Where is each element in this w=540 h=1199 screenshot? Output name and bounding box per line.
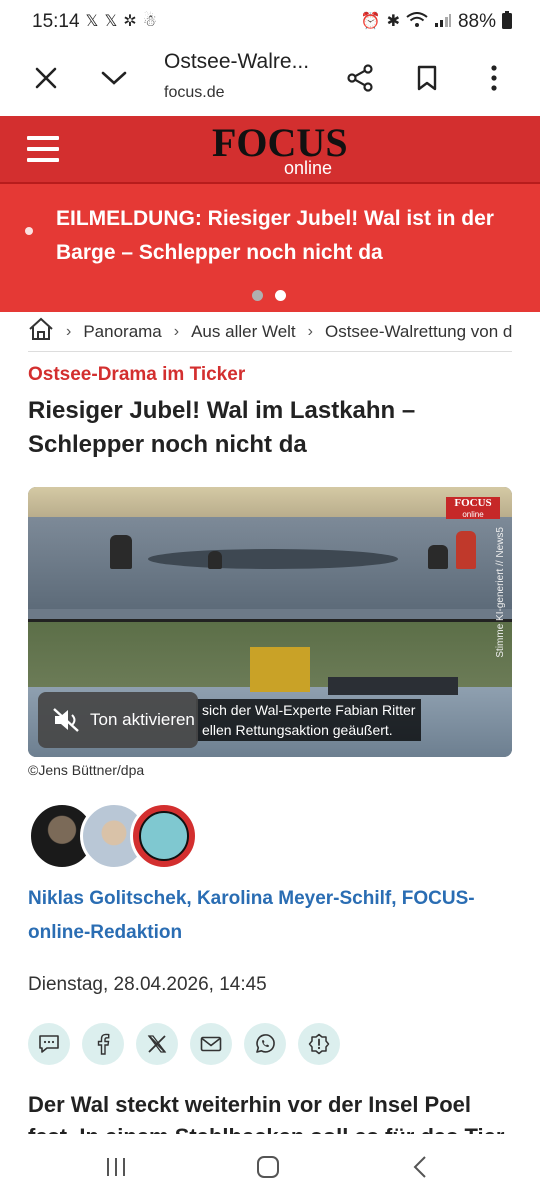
- carousel-pager: [252, 290, 286, 301]
- video-subtitle: sich der Wal-Experte Fabian Ritter ellen…: [196, 699, 422, 741]
- pager-dot[interactable]: [252, 290, 263, 301]
- page-domain[interactable]: focus.de: [164, 84, 224, 102]
- whale-image: [148, 549, 398, 569]
- focus-logo[interactable]: FOCUS online: [212, 122, 348, 180]
- flower-notification-icon: ✲: [123, 13, 137, 30]
- chevron-right-icon: ›: [307, 322, 313, 340]
- close-icon[interactable]: [26, 58, 66, 98]
- breadcrumb-item[interactable]: Ostsee-Walrettung von d: [325, 322, 512, 342]
- video-side-caption: Stimme KI-generiert // News5: [495, 527, 506, 658]
- site-header: FOCUS online: [0, 116, 540, 184]
- home-icon[interactable]: [28, 317, 54, 346]
- back-icon[interactable]: [400, 1150, 440, 1184]
- unmute-label: Ton aktivieren: [90, 710, 195, 729]
- video-focus-logo: FOCUS online: [446, 497, 500, 519]
- recent-apps-icon[interactable]: [96, 1150, 136, 1184]
- whatsapp-icon[interactable]: [244, 1023, 286, 1065]
- article-headline: Riesiger Jubel! Wal im Lastkahn – Schlep…: [28, 397, 416, 458]
- more-options-icon[interactable]: [474, 58, 514, 98]
- email-icon[interactable]: [190, 1023, 232, 1065]
- photo-credit: ©Jens Büttner/dpa: [28, 762, 145, 778]
- muted-speaker-icon: [53, 708, 79, 732]
- article-authors[interactable]: Niklas Golitschek, Karolina Meyer-Schilf…: [28, 882, 498, 950]
- battery-icon: [502, 11, 512, 33]
- bluetooth-icon: ✱: [386, 13, 400, 30]
- pager-dot-active[interactable]: [275, 290, 286, 301]
- alarm-icon: ⏰: [360, 13, 381, 30]
- article-lead-continued: fest. In einem Stahlbecken soll es für d…: [28, 1124, 518, 1134]
- article-kicker: Ostsee-Drama im Ticker: [28, 364, 246, 385]
- system-navigation-bar: [0, 1134, 540, 1199]
- share-icon[interactable]: [340, 58, 380, 98]
- chevron-down-icon[interactable]: [94, 58, 134, 98]
- comment-icon[interactable]: [28, 1023, 70, 1065]
- chevron-right-icon: ›: [66, 322, 72, 340]
- author-avatars: [28, 802, 208, 870]
- browser-toolbar: Ostsee-Walre... focus.de: [0, 44, 540, 116]
- menu-icon[interactable]: [27, 136, 59, 162]
- page-title[interactable]: Ostsee-Walre...: [164, 50, 309, 74]
- x-notification-icon: 𝕏: [104, 13, 118, 30]
- chevron-right-icon: ›: [173, 322, 180, 340]
- breaking-text[interactable]: EILMELDUNG: Riesiger Jubel! Wal ist in d…: [56, 202, 496, 270]
- video-player[interactable]: FOCUS online Stimme KI-generiert // News…: [28, 487, 512, 757]
- breadcrumb: › Panorama › Aus aller Welt › Ostsee-Wal…: [28, 312, 512, 352]
- breaking-news-banner[interactable]: EILMELDUNG: Riesiger Jubel! Wal ist in d…: [0, 184, 540, 312]
- x-twitter-icon[interactable]: [136, 1023, 178, 1065]
- bookmark-icon[interactable]: [407, 58, 447, 98]
- wifi-icon: [406, 12, 428, 32]
- live-dot-icon: [25, 227, 33, 235]
- avatar-focus-online[interactable]: [130, 802, 198, 870]
- article-date: Dienstag, 28.04.2026, 14:45: [28, 974, 267, 995]
- signal-icon: [434, 12, 452, 32]
- globe-icon: [139, 811, 189, 861]
- battery-percent: 88%: [457, 11, 496, 32]
- breadcrumb-item[interactable]: Panorama: [83, 322, 161, 342]
- home-button-icon[interactable]: [248, 1150, 288, 1184]
- logo-subtitle: online: [284, 158, 333, 178]
- share-bar: [28, 1023, 340, 1065]
- notification-icon: ☃: [142, 13, 158, 30]
- status-bar: 15:14 𝕏 𝕏 ✲ ☃ ⏰ ✱ 88%: [0, 0, 540, 44]
- breadcrumb-item[interactable]: Aus aller Welt: [191, 322, 296, 342]
- status-time: 15:14: [32, 11, 80, 32]
- report-icon[interactable]: [298, 1023, 340, 1065]
- x-notification-icon: 𝕏: [85, 13, 99, 30]
- unmute-button[interactable]: Ton aktivieren: [38, 692, 198, 748]
- facebook-icon[interactable]: [82, 1023, 124, 1065]
